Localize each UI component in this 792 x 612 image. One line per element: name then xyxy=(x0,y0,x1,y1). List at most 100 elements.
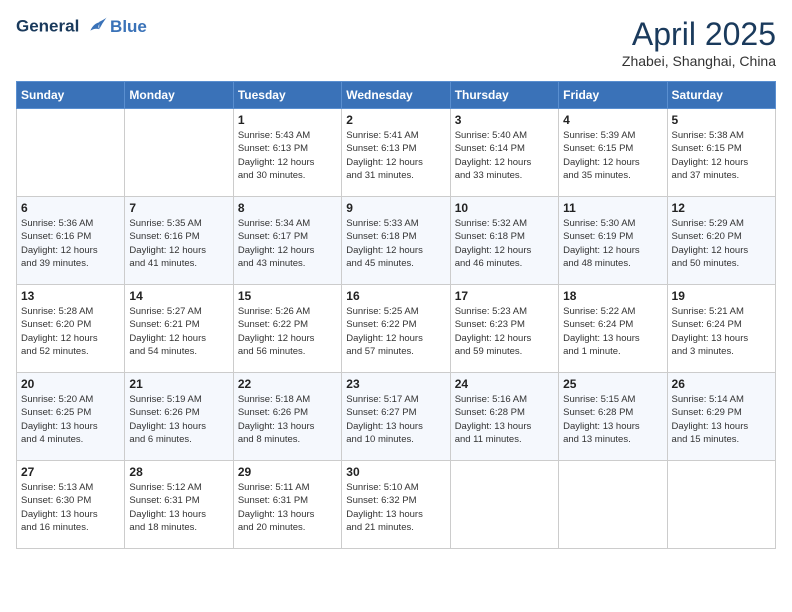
day-cell-1: 1Sunrise: 5:43 AM Sunset: 6:13 PM Daylig… xyxy=(233,109,341,197)
week-row-5: 27Sunrise: 5:13 AM Sunset: 6:30 PM Dayli… xyxy=(17,461,776,549)
day-number-22: 22 xyxy=(238,377,337,391)
day-info-10: Sunrise: 5:32 AM Sunset: 6:18 PM Dayligh… xyxy=(455,217,554,270)
day-info-4: Sunrise: 5:39 AM Sunset: 6:15 PM Dayligh… xyxy=(563,129,662,182)
location-text: Zhabei, Shanghai, China xyxy=(622,53,776,69)
day-cell-empty xyxy=(17,109,125,197)
day-cell-16: 16 Sunrise: 5:25 AM Sunset: 6:22 PM Dayli… xyxy=(342,285,450,373)
title-block: April 2025 Zhabei, Shanghai, China xyxy=(622,16,776,69)
day-info-9: Sunrise: 5:33 AM Sunset: 6:18 PM Dayligh… xyxy=(346,217,445,270)
day-cell-empty xyxy=(125,109,233,197)
day-info-28: Sunrise: 5:12 AM Sunset: 6:31 PM Dayligh… xyxy=(129,481,228,534)
day-info-21: Sunrise: 5:19 AM Sunset: 6:26 PM Dayligh… xyxy=(129,393,228,446)
day-cell-13: 13 Sunrise: 5:28 AM Sunset: 6:20 PM Dayli… xyxy=(17,285,125,373)
day-number-25: 25 xyxy=(563,377,662,391)
logo: General Blue xyxy=(16,16,147,38)
day-info-16: Sunrise: 5:25 AM Sunset: 6:22 PM Dayligh… xyxy=(346,305,445,358)
logo-bird-icon xyxy=(86,16,108,38)
logo-blue-text: Blue xyxy=(110,17,147,37)
day-cell-19: 19 Sunrise: 5:21 AM Sunset: 6:24 PM Dayli… xyxy=(667,285,775,373)
day-cell-23: 23 Sunrise: 5:17 AM Sunset: 6:27 PM Dayli… xyxy=(342,373,450,461)
weekday-header-sunday: Sunday xyxy=(17,82,125,109)
day-number-19: 19 xyxy=(672,289,771,303)
day-info-23: Sunrise: 5:17 AM Sunset: 6:27 PM Dayligh… xyxy=(346,393,445,446)
day-info-30: Sunrise: 5:10 AM Sunset: 6:32 PM Dayligh… xyxy=(346,481,445,534)
day-cell-empty xyxy=(667,461,775,549)
day-cell-15: 15Sunrise: 5:26 AM Sunset: 6:22 PM Dayli… xyxy=(233,285,341,373)
weekday-header-thursday: Thursday xyxy=(450,82,558,109)
week-row-1: 1Sunrise: 5:43 AM Sunset: 6:13 PM Daylig… xyxy=(17,109,776,197)
day-info-7: Sunrise: 5:35 AM Sunset: 6:16 PM Dayligh… xyxy=(129,217,228,270)
week-row-4: 20Sunrise: 5:20 AM Sunset: 6:25 PM Dayli… xyxy=(17,373,776,461)
day-cell-28: 28 Sunrise: 5:12 AM Sunset: 6:31 PM Dayli… xyxy=(125,461,233,549)
logo-text: General xyxy=(16,16,108,38)
day-cell-21: 21Sunrise: 5:19 AM Sunset: 6:26 PM Dayli… xyxy=(125,373,233,461)
day-number-26: 26 xyxy=(672,377,771,391)
weekday-header-friday: Friday xyxy=(559,82,667,109)
day-number-18: 18 xyxy=(563,289,662,303)
day-cell-12: 12 Sunrise: 5:29 AM Sunset: 6:20 PM Dayli… xyxy=(667,197,775,285)
day-number-4: 4 xyxy=(563,113,662,127)
day-info-18: Sunrise: 5:22 AM Sunset: 6:24 PM Dayligh… xyxy=(563,305,662,358)
day-number-7: 7 xyxy=(129,201,228,215)
week-row-2: 6 Sunrise: 5:36 AM Sunset: 6:16 PM Daylig… xyxy=(17,197,776,285)
day-cell-6: 6 Sunrise: 5:36 AM Sunset: 6:16 PM Daylig… xyxy=(17,197,125,285)
day-info-14: Sunrise: 5:27 AM Sunset: 6:21 PM Dayligh… xyxy=(129,305,228,358)
day-info-2: Sunrise: 5:41 AM Sunset: 6:13 PM Dayligh… xyxy=(346,129,445,182)
day-number-6: 6 xyxy=(21,201,120,215)
day-cell-5: 5 Sunrise: 5:38 AM Sunset: 6:15 PM Daylig… xyxy=(667,109,775,197)
day-number-12: 12 xyxy=(672,201,771,215)
day-number-15: 15 xyxy=(238,289,337,303)
day-info-25: Sunrise: 5:15 AM Sunset: 6:28 PM Dayligh… xyxy=(563,393,662,446)
page-header: General Blue April 2025 Zhabei, Shanghai… xyxy=(16,16,776,69)
day-number-17: 17 xyxy=(455,289,554,303)
day-cell-24: 24Sunrise: 5:16 AM Sunset: 6:28 PM Dayli… xyxy=(450,373,558,461)
day-cell-9: 9 Sunrise: 5:33 AM Sunset: 6:18 PM Daylig… xyxy=(342,197,450,285)
day-info-19: Sunrise: 5:21 AM Sunset: 6:24 PM Dayligh… xyxy=(672,305,771,358)
day-info-29: Sunrise: 5:11 AM Sunset: 6:31 PM Dayligh… xyxy=(238,481,337,534)
weekday-header-tuesday: Tuesday xyxy=(233,82,341,109)
day-cell-10: 10 Sunrise: 5:32 AM Sunset: 6:18 PM Dayli… xyxy=(450,197,558,285)
day-cell-17: 17 Sunrise: 5:23 AM Sunset: 6:23 PM Dayli… xyxy=(450,285,558,373)
day-cell-27: 27Sunrise: 5:13 AM Sunset: 6:30 PM Dayli… xyxy=(17,461,125,549)
day-number-5: 5 xyxy=(672,113,771,127)
day-cell-8: 8 Sunrise: 5:34 AM Sunset: 6:17 PM Daylig… xyxy=(233,197,341,285)
day-info-5: Sunrise: 5:38 AM Sunset: 6:15 PM Dayligh… xyxy=(672,129,771,182)
day-cell-7: 7 Sunrise: 5:35 AM Sunset: 6:16 PM Daylig… xyxy=(125,197,233,285)
day-number-8: 8 xyxy=(238,201,337,215)
day-number-29: 29 xyxy=(238,465,337,479)
day-info-8: Sunrise: 5:34 AM Sunset: 6:17 PM Dayligh… xyxy=(238,217,337,270)
day-cell-empty xyxy=(450,461,558,549)
day-number-24: 24 xyxy=(455,377,554,391)
day-number-10: 10 xyxy=(455,201,554,215)
day-number-1: 1 xyxy=(238,113,337,127)
day-cell-30: 30 Sunrise: 5:10 AM Sunset: 6:32 PM Dayli… xyxy=(342,461,450,549)
day-info-6: Sunrise: 5:36 AM Sunset: 6:16 PM Dayligh… xyxy=(21,217,120,270)
day-info-13: Sunrise: 5:28 AM Sunset: 6:20 PM Dayligh… xyxy=(21,305,120,358)
day-number-16: 16 xyxy=(346,289,445,303)
day-number-9: 9 xyxy=(346,201,445,215)
day-number-2: 2 xyxy=(346,113,445,127)
day-cell-26: 26 Sunrise: 5:14 AM Sunset: 6:29 PM Dayli… xyxy=(667,373,775,461)
day-info-12: Sunrise: 5:29 AM Sunset: 6:20 PM Dayligh… xyxy=(672,217,771,270)
weekday-header-saturday: Saturday xyxy=(667,82,775,109)
day-cell-18: 18 Sunrise: 5:22 AM Sunset: 6:24 PM Dayli… xyxy=(559,285,667,373)
day-cell-empty xyxy=(559,461,667,549)
day-number-23: 23 xyxy=(346,377,445,391)
day-info-3: Sunrise: 5:40 AM Sunset: 6:14 PM Dayligh… xyxy=(455,129,554,182)
weekday-header-monday: Monday xyxy=(125,82,233,109)
day-info-20: Sunrise: 5:20 AM Sunset: 6:25 PM Dayligh… xyxy=(21,393,120,446)
month-title: April 2025 xyxy=(622,16,776,53)
day-cell-29: 29 Sunrise: 5:11 AM Sunset: 6:31 PM Dayli… xyxy=(233,461,341,549)
day-info-17: Sunrise: 5:23 AM Sunset: 6:23 PM Dayligh… xyxy=(455,305,554,358)
day-info-27: Sunrise: 5:13 AM Sunset: 6:30 PM Dayligh… xyxy=(21,481,120,534)
weekday-header-wednesday: Wednesday xyxy=(342,82,450,109)
day-number-13: 13 xyxy=(21,289,120,303)
day-info-22: Sunrise: 5:18 AM Sunset: 6:26 PM Dayligh… xyxy=(238,393,337,446)
calendar-table: SundayMondayTuesdayWednesdayThursdayFrid… xyxy=(16,81,776,549)
day-cell-25: 25 Sunrise: 5:15 AM Sunset: 6:28 PM Dayli… xyxy=(559,373,667,461)
day-info-26: Sunrise: 5:14 AM Sunset: 6:29 PM Dayligh… xyxy=(672,393,771,446)
day-number-30: 30 xyxy=(346,465,445,479)
day-info-11: Sunrise: 5:30 AM Sunset: 6:19 PM Dayligh… xyxy=(563,217,662,270)
day-number-28: 28 xyxy=(129,465,228,479)
day-cell-4: 4 Sunrise: 5:39 AM Sunset: 6:15 PM Daylig… xyxy=(559,109,667,197)
